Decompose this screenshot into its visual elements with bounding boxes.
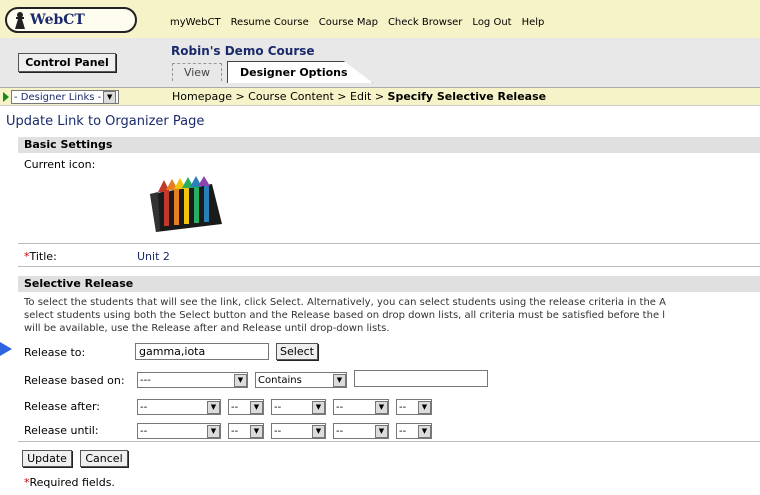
chevron-down-icon[interactable]: ▼ — [250, 424, 263, 438]
nav-help[interactable]: Help — [522, 17, 545, 28]
basic-settings-heading: Basic Settings — [18, 137, 760, 153]
nav-resume-course[interactable]: Resume Course — [231, 17, 309, 28]
chevron-down-icon[interactable]: ▼ — [234, 373, 247, 387]
release-after-day-select[interactable]: -- ▼ — [228, 399, 264, 415]
release-based-on-label: Release based on: — [24, 374, 125, 387]
release-until-year-select[interactable]: -- ▼ — [271, 423, 326, 439]
release-until-month-select[interactable]: -- ▼ — [137, 423, 221, 439]
divider — [18, 266, 760, 267]
release-until-label: Release until: — [24, 424, 99, 437]
release-to-label: Release to: — [24, 346, 86, 359]
release-after-year-select[interactable]: -- ▼ — [271, 399, 326, 415]
chevron-down-icon[interactable]: ▼ — [207, 424, 220, 438]
instructions-text: To select the students that will see the… — [24, 297, 666, 334]
release-after-hour-select[interactable]: -- ▼ — [333, 399, 389, 415]
chevron-down-icon[interactable]: ▼ — [333, 373, 346, 387]
chevron-down-icon[interactable]: ▼ — [418, 424, 431, 438]
chevron-down-icon[interactable]: ▼ — [375, 424, 388, 438]
nav-log-out[interactable]: Log Out — [472, 17, 511, 28]
nav-course-map[interactable]: Course Map — [319, 17, 378, 28]
designer-links-label: - Designer Links - — [14, 91, 102, 103]
release-until-hour-select[interactable]: -- ▼ — [333, 423, 389, 439]
nav-check-browser[interactable]: Check Browser — [388, 17, 462, 28]
tab-view[interactable]: View — [172, 63, 222, 81]
nav-mywebct[interactable]: myWebCT — [170, 17, 221, 28]
course-title: Robin's Demo Course — [171, 44, 315, 58]
release-to-input[interactable]: gamma,iota — [135, 343, 269, 360]
release-after-label: Release after: — [24, 400, 101, 413]
cancel-button[interactable]: Cancel — [80, 450, 128, 467]
breadcrumb: Homepage > Course Content > Edit > Speci… — [172, 90, 546, 103]
title-label: *Title: — [24, 250, 57, 263]
top-nav: myWebCT Resume Course Course Map Check B… — [170, 17, 544, 28]
release-until-minute-select[interactable]: -- ▼ — [396, 423, 432, 439]
breadcrumb-path[interactable]: Homepage > Course Content > Edit > — [172, 90, 388, 103]
contains-select[interactable]: Contains ▼ — [255, 372, 347, 388]
title-value: Unit 2 — [137, 250, 170, 263]
designer-links-dropdown[interactable]: - Designer Links - ▼ — [3, 90, 120, 104]
control-panel-button[interactable]: Control Panel — [18, 53, 116, 72]
breadcrumb-current: Specify Selective Release — [387, 90, 547, 103]
organizer-folder-icon — [142, 174, 226, 234]
release-after-minute-select[interactable]: -- ▼ — [396, 399, 432, 415]
go-arrow-icon[interactable] — [3, 92, 9, 102]
chevron-down-icon[interactable]: ▼ — [103, 90, 117, 104]
divider — [18, 243, 760, 244]
chevron-down-icon[interactable]: ▼ — [207, 400, 220, 414]
criteria-input[interactable] — [354, 370, 488, 387]
webct-logo[interactable]: WebCT — [5, 7, 137, 33]
divider — [18, 441, 760, 442]
chevron-down-icon[interactable]: ▼ — [375, 400, 388, 414]
release-based-on-select[interactable]: --- ▼ — [137, 372, 248, 388]
chevron-down-icon[interactable]: ▼ — [250, 400, 263, 414]
chevron-down-icon[interactable]: ▼ — [418, 400, 431, 414]
update-button[interactable]: Update — [22, 450, 72, 467]
page-title: Update Link to Organizer Page — [6, 114, 205, 129]
webct-mascot-icon — [15, 12, 25, 29]
chevron-down-icon[interactable]: ▼ — [312, 424, 325, 438]
required-fields-note: *Required fields. — [24, 476, 115, 489]
select-button[interactable]: Select — [276, 343, 318, 360]
pointer-arrow-icon — [0, 342, 12, 356]
chevron-down-icon[interactable]: ▼ — [312, 400, 325, 414]
selective-release-heading: Selective Release — [18, 276, 760, 292]
logo-text: WebCT — [30, 12, 85, 28]
current-icon-label: Current icon: — [24, 158, 96, 171]
release-after-month-select[interactable]: -- ▼ — [137, 399, 221, 415]
release-until-day-select[interactable]: -- ▼ — [228, 423, 264, 439]
